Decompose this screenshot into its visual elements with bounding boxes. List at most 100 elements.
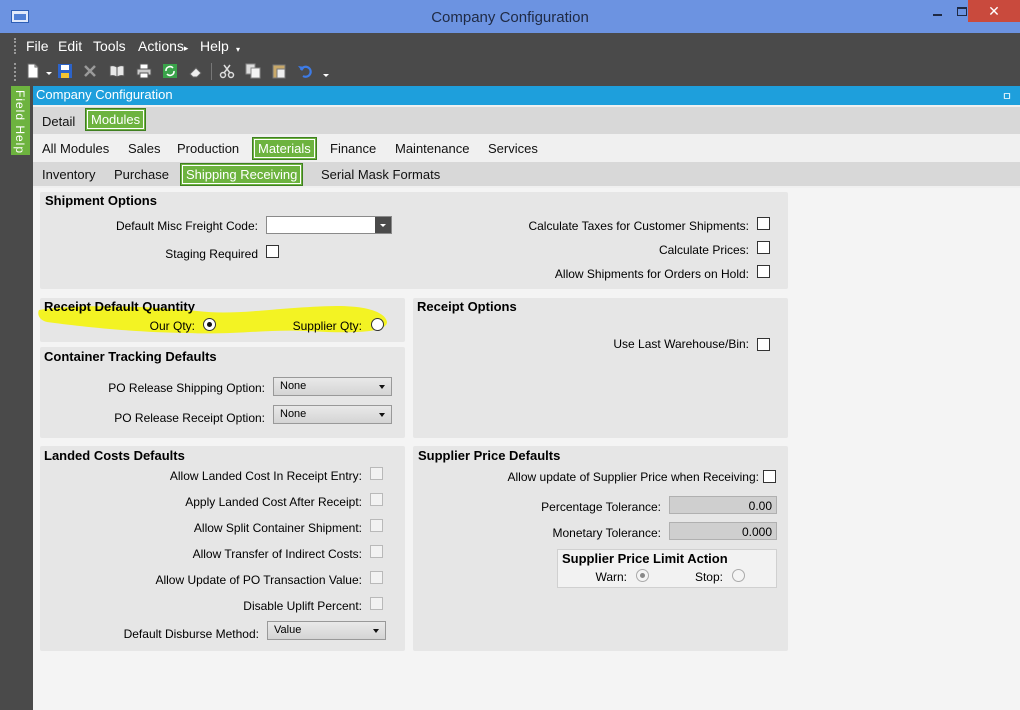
our-qty-label: Our Qty: (149, 319, 195, 333)
tab-shipping-receiving[interactable]: Shipping Receiving (180, 163, 304, 186)
allow-landed-cost-entry-checkbox[interactable] (370, 467, 383, 480)
field-help-label: Field Help (13, 90, 27, 155)
save-icon[interactable] (57, 63, 73, 79)
tab-all-modules[interactable]: All Modules (39, 140, 112, 157)
stop-radio[interactable] (732, 569, 745, 582)
supplier-price-limit-title: Supplier Price Limit Action (562, 551, 728, 566)
allow-landed-cost-entry-label: Allow Landed Cost In Receipt Entry: (169, 469, 362, 483)
apply-landed-cost-label: Apply Landed Cost After Receipt: (185, 495, 362, 509)
menu-edit[interactable]: Edit (58, 38, 82, 54)
window-titlebar: Company Configuration ✕ (0, 0, 1020, 33)
undo-icon[interactable] (297, 63, 313, 79)
tabs-level3: Inventory Purchase Shipping Receiving Se… (33, 162, 1020, 186)
chevron-down-icon (379, 413, 385, 417)
allow-hold-label: Allow Shipments for Orders on Hold: (554, 267, 749, 281)
submenu-arrow-icon: ▸ (183, 43, 189, 53)
print-icon[interactable] (136, 63, 152, 79)
tab-materials[interactable]: Materials (252, 137, 317, 160)
tab-maintenance[interactable]: Maintenance (392, 140, 472, 157)
menu-overflow-icon[interactable]: ▾ (236, 45, 240, 54)
po-release-shipping-label: PO Release Shipping Option: (108, 381, 265, 395)
monetary-tolerance-field[interactable]: 0.000 (669, 522, 777, 540)
tab-detail[interactable]: Detail (39, 113, 78, 130)
supplier-qty-radio[interactable] (371, 318, 384, 331)
close-button[interactable]: ✕ (968, 0, 1020, 22)
panel-header: Company Configuration ㅁ (33, 86, 1020, 105)
tab-purchase[interactable]: Purchase (111, 166, 172, 183)
container-tracking-title: Container Tracking Defaults (44, 349, 217, 364)
supplier-price-title: Supplier Price Defaults (418, 448, 561, 463)
percentage-tolerance-label: Percentage Tolerance: (541, 500, 661, 514)
minimize-button[interactable] (923, 2, 951, 22)
tab-serial-mask-formats[interactable]: Serial Mask Formats (318, 166, 443, 183)
toolbar-overflow-icon[interactable] (318, 63, 329, 79)
maximize-icon (957, 7, 967, 16)
delete-icon[interactable] (82, 63, 98, 79)
allow-update-po-checkbox[interactable] (370, 571, 383, 584)
staging-required-checkbox[interactable] (266, 245, 279, 258)
allow-update-supplier-price-checkbox[interactable] (763, 470, 776, 483)
allow-split-container-checkbox[interactable] (370, 519, 383, 532)
tab-modules[interactable]: Modules (85, 108, 147, 131)
percentage-tolerance-field[interactable]: 0.00 (669, 496, 777, 514)
new-dropdown-icon[interactable] (41, 63, 52, 79)
misc-freight-combo[interactable] (266, 216, 392, 234)
toolbar (0, 57, 1020, 86)
tab-inventory[interactable]: Inventory (39, 166, 98, 183)
toolbar-grip[interactable] (14, 63, 17, 81)
allow-transfer-indirect-label: Allow Transfer of Indirect Costs: (192, 547, 362, 561)
monetary-tolerance-label: Monetary Tolerance: (552, 526, 661, 540)
pin-icon[interactable]: ㅁ (1002, 88, 1012, 104)
po-release-receipt-select[interactable]: None (273, 405, 392, 424)
copy-icon[interactable] (245, 63, 261, 79)
calc-taxes-checkbox[interactable] (757, 217, 770, 230)
receipt-default-qty-title: Receipt Default Quantity (44, 299, 195, 314)
panel-title: Company Configuration (36, 87, 173, 102)
tab-finance[interactable]: Finance (327, 140, 379, 157)
menu-actions[interactable]: Actions▸ (138, 38, 188, 54)
menu-file[interactable]: File (26, 38, 49, 54)
warn-radio[interactable] (636, 569, 649, 582)
chevron-down-icon (379, 385, 385, 389)
stop-label: Stop: (694, 570, 723, 584)
our-qty-radio[interactable] (203, 318, 216, 331)
po-release-shipping-select[interactable]: None (273, 377, 392, 396)
refresh-icon[interactable] (162, 63, 178, 79)
eraser-icon[interactable] (188, 63, 204, 79)
allow-hold-checkbox[interactable] (757, 265, 770, 278)
default-disburse-select[interactable]: Value (267, 621, 386, 640)
disable-uplift-checkbox[interactable] (370, 597, 383, 610)
use-last-warehouse-checkbox[interactable] (757, 338, 770, 351)
landed-costs-title: Landed Costs Defaults (44, 448, 185, 463)
allow-split-container-label: Allow Split Container Shipment: (193, 521, 362, 535)
cut-icon[interactable] (219, 63, 235, 79)
new-icon[interactable] (25, 63, 41, 79)
minimize-icon (932, 14, 942, 16)
misc-freight-label: Default Misc Freight Code: (115, 219, 258, 233)
apply-landed-cost-checkbox[interactable] (370, 493, 383, 506)
allow-update-po-label: Allow Update of PO Transaction Value: (155, 573, 362, 587)
chevron-down-icon[interactable] (375, 217, 391, 233)
tabs-level1: Detail Modules (33, 107, 1020, 134)
calc-prices-checkbox[interactable] (757, 241, 770, 254)
close-icon: ✕ (988, 3, 1000, 19)
book-icon[interactable] (109, 63, 125, 79)
menu-tools[interactable]: Tools (93, 38, 126, 54)
warn-label: Warn: (595, 570, 627, 584)
tab-sales[interactable]: Sales (125, 140, 164, 157)
po-release-receipt-value: None (280, 408, 307, 420)
calc-prices-label: Calculate Prices: (658, 243, 749, 257)
tab-production[interactable]: Production (174, 140, 242, 157)
use-last-warehouse-label: Use Last Warehouse/Bin: (613, 337, 749, 351)
receipt-options-group (413, 298, 788, 438)
menu-help[interactable]: Help (200, 38, 229, 54)
allow-transfer-indirect-checkbox[interactable] (370, 545, 383, 558)
field-help-tab[interactable]: Field Help (11, 86, 30, 155)
po-release-shipping-value: None (280, 380, 307, 392)
default-disburse-label: Default Disburse Method: (123, 627, 259, 641)
tab-services[interactable]: Services (485, 140, 541, 157)
menu-grip[interactable] (14, 38, 17, 54)
paste-icon[interactable] (271, 63, 287, 79)
calc-taxes-label: Calculate Taxes for Customer Shipments: (528, 219, 749, 233)
supplier-qty-label: Supplier Qty: (292, 319, 362, 333)
